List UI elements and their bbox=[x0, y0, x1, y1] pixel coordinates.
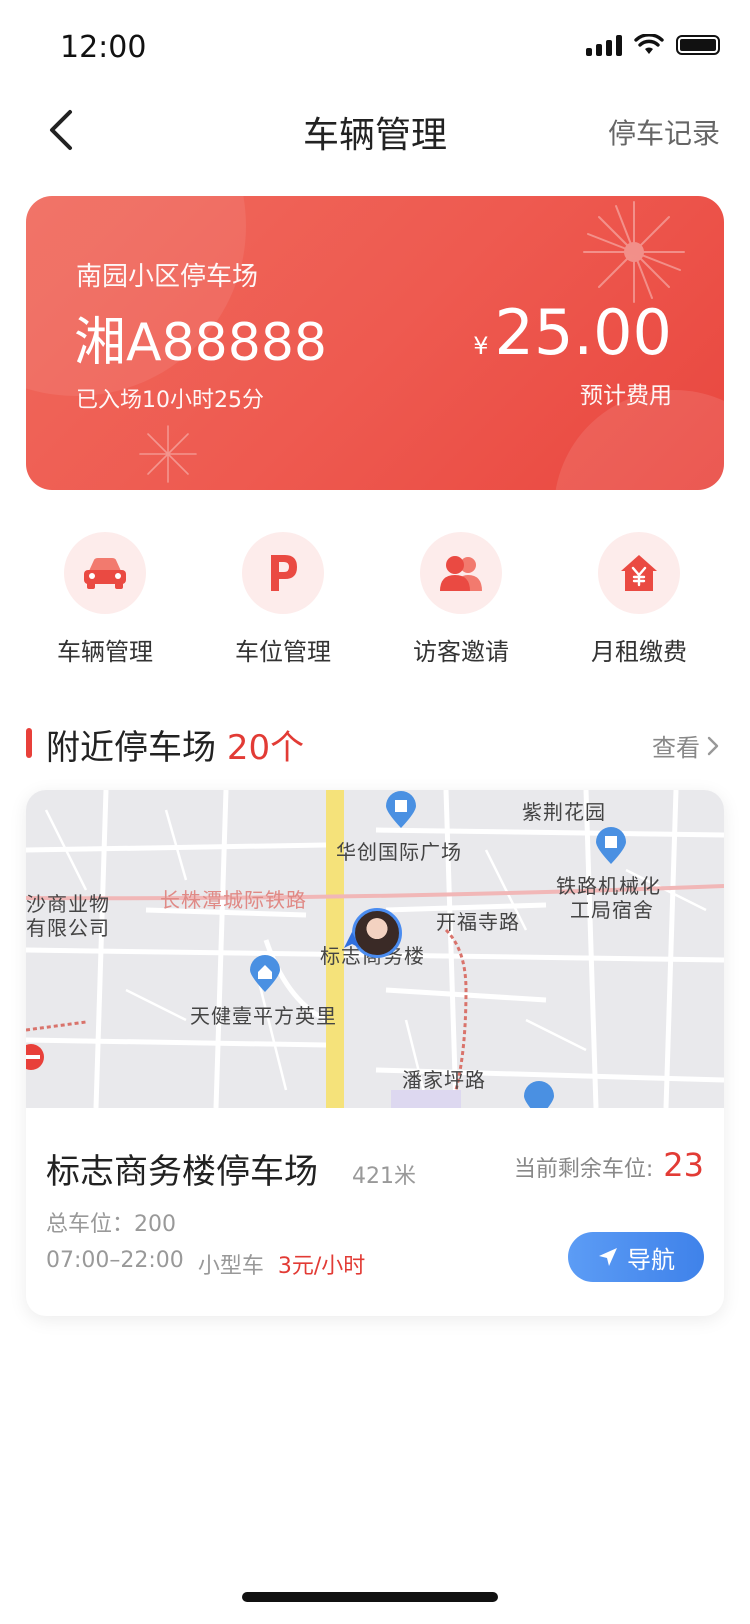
view-more-link[interactable]: 查看 bbox=[652, 728, 720, 763]
parking-p-icon bbox=[242, 532, 324, 614]
shortcut-vehicle-management[interactable]: 车辆管理 bbox=[16, 532, 194, 667]
map-label: 长株潭城际铁路 bbox=[160, 888, 307, 912]
map-label: 工局宿舍 bbox=[570, 898, 654, 922]
nearby-section-title: 附近停车场 20个 bbox=[46, 720, 304, 769]
section-accent-bar bbox=[26, 728, 32, 758]
map-label: 紫荆花园 bbox=[522, 800, 606, 824]
poi-pin-icon[interactable] bbox=[594, 826, 628, 866]
shortcut-space-management[interactable]: 车位管理 bbox=[194, 532, 372, 667]
vehicle-type: 小型车 bbox=[197, 1254, 264, 1279]
home-indicator bbox=[242, 1592, 498, 1602]
lot-details: 07:00–22:00 小型车 3元/小时 bbox=[46, 1248, 365, 1280]
fee-label: 预计费用 bbox=[580, 383, 672, 409]
wifi-icon bbox=[634, 34, 664, 54]
nearby-parking-card[interactable]: 紫荆花园 华创国际广场 长株潭城际铁路 铁路机械化 工局宿舍 开福寺路 沙商业物… bbox=[26, 790, 724, 1316]
current-parking-card[interactable]: 南园小区停车场 湘A88888 已入场10小时25分 ¥ 25.00 预计费用 bbox=[26, 196, 724, 490]
car-icon bbox=[64, 532, 146, 614]
navigate-label: 导航 bbox=[627, 1245, 675, 1274]
chevron-right-icon bbox=[707, 736, 719, 755]
lot-distance: 421米 bbox=[352, 1164, 416, 1189]
map-label: 潘家坪路 bbox=[402, 1068, 486, 1092]
map-label: 开福寺路 bbox=[436, 910, 520, 934]
firework-decoration-icon bbox=[583, 201, 685, 303]
navigate-button[interactable]: 导航 bbox=[568, 1232, 704, 1282]
license-plate: 湘A88888 bbox=[74, 313, 327, 373]
map-label: 天健壹平方英里 bbox=[190, 1004, 337, 1028]
shortcut-grid: 车辆管理 车位管理 访客邀请 月租缴费 bbox=[0, 532, 750, 667]
fee-amount: 25.00 bbox=[494, 296, 673, 369]
shortcut-label: 车辆管理 bbox=[57, 638, 153, 666]
location-arrow-icon bbox=[344, 932, 360, 948]
nearby-count: 20个 bbox=[226, 728, 305, 768]
lot-name: 标志商务楼停车场 bbox=[46, 1152, 318, 1192]
opening-hours: 07:00–22:00 bbox=[46, 1248, 184, 1273]
shortcut-label: 月租缴费 bbox=[591, 638, 687, 666]
map-label: 有限公司 bbox=[26, 916, 110, 940]
signal-icon bbox=[586, 34, 622, 56]
map-view[interactable]: 紫荆花园 华创国际广场 长株潭城际铁路 铁路机械化 工局宿舍 开福寺路 沙商业物… bbox=[26, 790, 724, 1108]
no-entry-icon bbox=[26, 1044, 44, 1070]
remaining-spaces: 当前剩余车位: 23 bbox=[514, 1146, 704, 1184]
users-icon bbox=[420, 532, 502, 614]
parking-lot-name: 南园小区停车场 bbox=[76, 262, 259, 292]
shortcut-visitor-invite[interactable]: 访客邀请 bbox=[372, 532, 550, 667]
parking-lot-info: 标志商务楼停车场 421米 当前剩余车位: 23 总车位：200 07:00–2… bbox=[26, 1108, 724, 1316]
map-label: 华创国际广场 bbox=[336, 840, 462, 864]
poi-pin-icon[interactable] bbox=[384, 790, 418, 830]
remaining-label: 当前剩余车位: bbox=[513, 1157, 654, 1182]
status-time: 12:00 bbox=[60, 30, 147, 65]
navigation-arrow-icon bbox=[599, 1248, 617, 1266]
parking-duration: 已入场10小时25分 bbox=[76, 388, 264, 413]
shortcut-label: 访客邀请 bbox=[413, 638, 509, 666]
house-yen-icon bbox=[598, 532, 680, 614]
poi-pin-icon[interactable] bbox=[522, 1080, 556, 1108]
shortcut-label: 车位管理 bbox=[235, 638, 331, 666]
remaining-count: 23 bbox=[663, 1146, 704, 1184]
status-icons bbox=[586, 34, 720, 56]
nearby-title-text: 附近停车场 bbox=[46, 728, 216, 768]
price-rate: 3元/小时 bbox=[277, 1254, 366, 1279]
firework-small-decoration-icon bbox=[139, 425, 197, 483]
estimated-fee: ¥ 25.00 bbox=[473, 296, 672, 369]
battery-icon bbox=[676, 35, 720, 55]
view-more-label: 查看 bbox=[652, 734, 700, 762]
shortcut-monthly-payment[interactable]: 月租缴费 bbox=[550, 532, 728, 667]
total-spaces: 总车位：200 bbox=[46, 1212, 176, 1237]
currency-symbol: ¥ bbox=[473, 332, 489, 360]
parking-records-link[interactable]: 停车记录 bbox=[608, 112, 720, 152]
poi-pin-icon[interactable] bbox=[248, 954, 282, 994]
